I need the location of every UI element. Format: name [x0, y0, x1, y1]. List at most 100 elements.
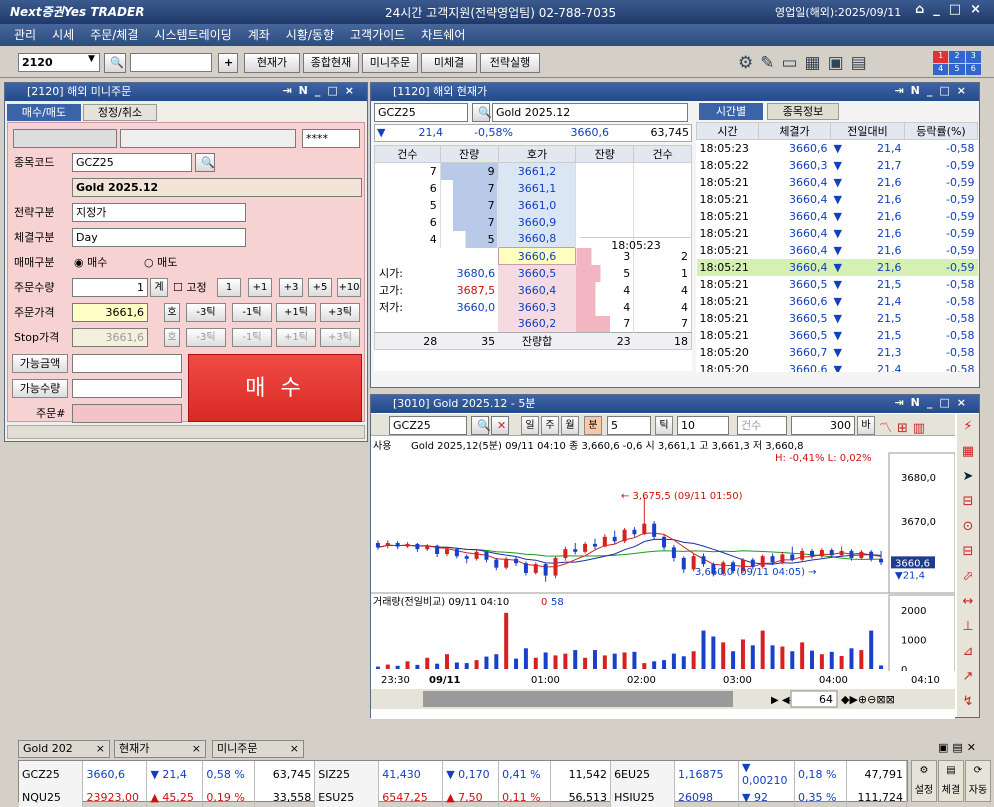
ask-row[interactable]: 6 7 3660,9 — [374, 213, 692, 231]
menu-item-market[interactable]: 시황/동향 — [278, 24, 342, 46]
menu-item-manage[interactable]: 관리 — [0, 24, 44, 46]
qty-step-plus10[interactable]: +10 — [337, 278, 361, 297]
ticker-code[interactable]: ESU25 — [314, 787, 380, 807]
chart-tool-icons[interactable]: 〽⊞▥ — [879, 417, 930, 436]
stop-minus1-button[interactable]: -1틱 — [232, 328, 272, 347]
stop-input[interactable]: 3661,6 — [72, 328, 148, 347]
layout-grid-icon[interactable]: 123456 — [933, 51, 981, 75]
tick-row[interactable]: 18:05:21 3660,4 ▼ 21,6 -0,59 — [696, 173, 978, 191]
search-icon[interactable]: 🔍 — [471, 416, 491, 435]
menu-item-guide[interactable]: 고객가이드 — [342, 24, 413, 46]
tick-minus3-button[interactable]: -3틱 — [186, 303, 226, 322]
tab-product-info[interactable]: 종목정보 — [767, 103, 839, 120]
bar-button[interactable]: 바 — [857, 416, 875, 435]
period-minute[interactable]: 분 — [584, 416, 602, 435]
stop-plus3-button[interactable]: +3틱 — [320, 328, 360, 347]
qty-input[interactable]: 1 — [72, 278, 148, 297]
menu-item-orders[interactable]: 주문/체결 — [82, 24, 146, 46]
remove-icon[interactable]: ✕ — [491, 416, 509, 435]
bid-row[interactable]: 저가: 3660,0 3660,3 4 4 — [375, 298, 692, 316]
password-input[interactable]: **** — [302, 129, 360, 148]
tick-row[interactable]: 18:05:21 3660,6 ▼ 21,4 -0,58 — [696, 292, 978, 310]
ask-price[interactable]: 3661,2 — [498, 162, 577, 180]
search-icon[interactable]: 🔍 — [472, 103, 492, 122]
bid-price[interactable]: 3660,4 — [498, 281, 576, 299]
tick-plus3-button[interactable]: +3틱 — [320, 303, 360, 322]
avail-qty-button[interactable]: 가능수량 — [12, 379, 68, 398]
tick-row[interactable]: 18:05:21 3660,5 ▼ 21,5 -0,58 — [696, 326, 978, 344]
bid-price[interactable]: 3660,3 — [498, 298, 576, 316]
window-controls[interactable]: ⌂_□× — [915, 2, 990, 17]
count-input[interactable]: 300 — [791, 416, 855, 435]
ask-row[interactable]: 7 9 3661,2 — [374, 162, 692, 180]
fixed-checkbox[interactable]: ☐ 고정 — [173, 278, 207, 297]
ask-price[interactable]: 3661,1 — [498, 179, 577, 197]
tick-row[interactable]: 18:05:21 3660,5 ▼ 21,5 -0,58 — [696, 309, 978, 327]
ask-price[interactable]: 3661,0 — [498, 196, 577, 214]
bid-row[interactable]: 시가: 3680,6 3660,5 5 1 — [375, 264, 692, 282]
search-icon[interactable]: 🔍 — [104, 53, 126, 73]
tick-row[interactable]: 18:05:21 3660,5 ▼ 21,5 -0,58 — [696, 275, 978, 293]
ask-price[interactable]: 3660,8 — [498, 230, 577, 248]
bid-price[interactable]: 3660,2 — [498, 315, 576, 333]
toolbar-current-button[interactable]: 현재가 — [244, 53, 300, 73]
buy-submit-button[interactable]: 매 수 — [188, 354, 362, 422]
auto-button[interactable]: ⟳ 자동 — [965, 760, 991, 802]
order-window-controls[interactable]: ⇥N_□× — [282, 84, 361, 97]
ticker-code[interactable]: SIZ25 — [314, 761, 380, 787]
quote-window-controls[interactable]: ⇥N_□× — [894, 84, 973, 97]
search-icon[interactable]: 🔍 — [195, 153, 215, 172]
tab-time[interactable]: 시간별 — [699, 103, 763, 120]
tab-buy-sell[interactable]: 매수/매도 — [7, 104, 81, 121]
qty-calc-button[interactable]: 계 — [150, 278, 168, 297]
interval-select[interactable]: 5 — [607, 416, 651, 435]
tick-row[interactable]: 18:05:22 3660,3 ▼ 21,7 -0,59 — [696, 156, 978, 174]
tick-mode-button[interactable]: 틱 — [655, 416, 673, 435]
ask-row[interactable]: 5 7 3661,0 — [374, 196, 692, 214]
toolbar-overall-button[interactable]: 종합현재 — [303, 53, 359, 73]
price-input[interactable]: 3661,6 — [72, 303, 148, 322]
tab-modify-cancel[interactable]: 정정/취소 — [83, 104, 157, 121]
toolbar-strategy-button[interactable]: 전략실행 — [480, 53, 540, 73]
account-select[interactable] — [13, 129, 117, 148]
avail-amount-button[interactable]: 가능금액 — [12, 354, 68, 373]
tick-row[interactable]: 18:05:21 3660,4 ▼ 21,6 -0,59 — [696, 258, 978, 276]
period-month[interactable]: 월 — [561, 416, 579, 435]
sell-radio[interactable]: ○ 매도 — [144, 253, 177, 272]
tick-select[interactable]: 10 — [677, 416, 729, 435]
buy-radio[interactable]: ◉ 매수 — [74, 253, 107, 272]
bid-price[interactable]: 3660,6 — [497, 247, 577, 265]
ticker-code[interactable]: NQU25 — [19, 787, 84, 807]
tick-row[interactable]: 18:05:21 3660,4 ▼ 21,6 -0,59 — [696, 224, 978, 242]
ticker-code[interactable]: GCZ25 — [19, 761, 84, 787]
stop-plus1-button[interactable]: +1틱 — [276, 328, 316, 347]
qty-step-plus5[interactable]: +5 — [308, 278, 332, 297]
tick-row[interactable]: 18:05:20 3660,6 ▼ 21,4 -0,58 — [696, 360, 978, 372]
toolbar-icons[interactable]: ⚙✎▭▦▣▤ — [738, 53, 874, 73]
period-week[interactable]: 주 — [541, 416, 559, 435]
menu-item-chartshare[interactable]: 차트쉐어 — [413, 24, 473, 46]
toolbar-unfilled-button[interactable]: 미체결 — [421, 53, 477, 73]
chart-code-select[interactable]: GCZ25 — [389, 416, 467, 435]
candle-chart[interactable]: 사용 Gold 2025,12(5분) 09/11 04:10 종 3,660,6… — [371, 437, 955, 719]
qty-step-1[interactable]: 1 — [217, 278, 241, 297]
tick-row[interactable]: 18:05:21 3660,4 ▼ 21,6 -0,59 — [696, 207, 978, 225]
add-icon[interactable]: + — [218, 53, 238, 73]
tick-row[interactable]: 18:05:20 3660,7 ▼ 21,3 -0,58 — [696, 343, 978, 361]
chart-window-controls[interactable]: ⇥N_□× — [894, 396, 973, 409]
ho-button[interactable]: 호 — [164, 303, 180, 322]
menu-item-account[interactable]: 계좌 — [240, 24, 278, 46]
count-mode-select[interactable]: 건수 — [737, 416, 787, 435]
bottom-tab-minorder[interactable]: 미니주문 × — [212, 740, 304, 758]
chevron-down-icon[interactable]: ▼ — [88, 54, 95, 64]
tick-row[interactable]: 18:05:21 3660,4 ▼ 21,6 -0,59 — [696, 241, 978, 259]
bid-price[interactable]: 3660,5 — [498, 264, 576, 282]
ticker-code[interactable]: HSIU25 — [610, 787, 676, 807]
period-day[interactable]: 일 — [521, 416, 539, 435]
qty-step-plus3[interactable]: +3 — [279, 278, 303, 297]
fills-button[interactable]: ▤ 체결 — [938, 760, 964, 802]
ask-price[interactable]: 3660,9 — [498, 213, 577, 231]
tick-row[interactable]: 18:05:21 3660,4 ▼ 21,6 -0,59 — [696, 190, 978, 208]
ticker-code[interactable]: 6EU25 — [610, 761, 676, 787]
tick-plus1-button[interactable]: +1틱 — [276, 303, 316, 322]
